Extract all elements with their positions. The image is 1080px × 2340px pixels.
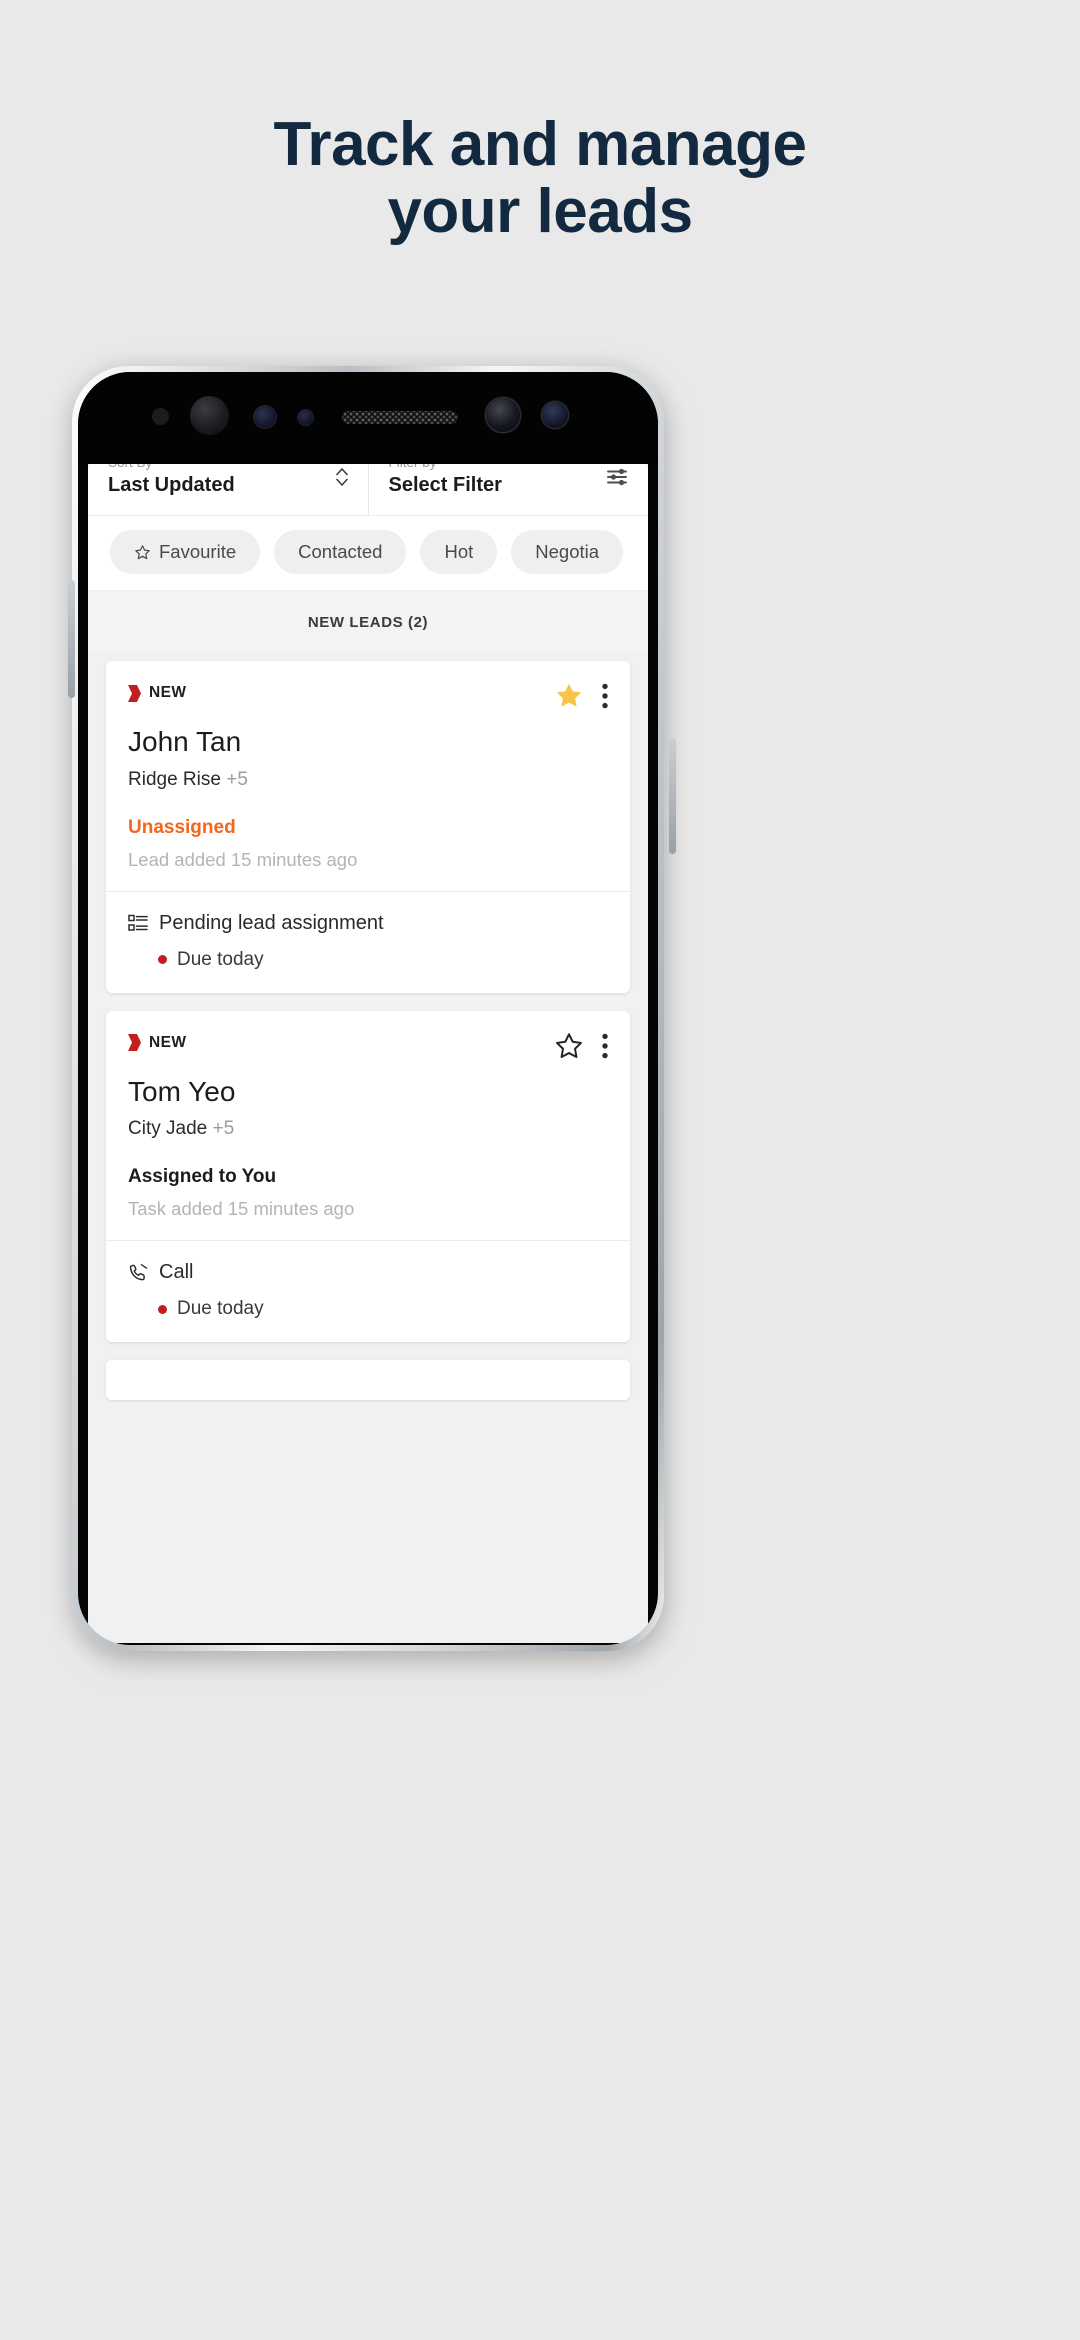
star-outline-icon xyxy=(135,544,150,559)
headline-line-2: your leads xyxy=(387,176,693,246)
promo-banner: Track and manage your leads Last Updated… xyxy=(0,0,1080,2340)
secondary-camera-icon xyxy=(542,402,568,428)
lead-due-label: Due today xyxy=(177,948,264,970)
star-outline-icon[interactable] xyxy=(554,1031,584,1061)
lead-project: City Jade +5 xyxy=(128,1118,608,1140)
star-filled-icon[interactable] xyxy=(554,681,584,711)
lead-list: NEW John Tan Ridge Rise +5 Unassigned Le… xyxy=(88,653,648,1643)
chip-negotiating[interactable]: Negotia xyxy=(511,530,624,574)
phone-body: Sort By Last Updated Filter by Select Fi… xyxy=(78,372,658,1645)
chevron-up-down-icon xyxy=(335,467,348,486)
section-header-new-leads: NEW LEADS (2) xyxy=(88,591,648,653)
power-button[interactable] xyxy=(669,738,676,854)
phone-mockup: Sort By Last Updated Filter by Select Fi… xyxy=(68,366,676,1666)
lead-task-section: Pending lead assignment Due today xyxy=(106,890,630,993)
lead-card[interactable]: NEW xyxy=(106,1010,630,1343)
lead-card-actions xyxy=(554,1031,608,1061)
lead-name: Tom Yeo xyxy=(128,1075,236,1107)
chip-hot-label: Hot xyxy=(444,541,474,562)
lead-assignment-status: Unassigned xyxy=(128,816,236,838)
kebab-menu-icon[interactable] xyxy=(602,1033,608,1059)
volume-button[interactable] xyxy=(68,580,75,698)
status-badge-label: NEW xyxy=(149,1033,187,1051)
lead-card-body: NEW xyxy=(106,661,630,891)
lead-card-actions xyxy=(554,681,608,711)
iris-sensor-icon xyxy=(254,406,276,428)
due-dot-icon xyxy=(158,955,167,965)
red-flag-icon xyxy=(128,684,141,702)
page-title: Track and manage your leads xyxy=(0,110,1080,246)
lead-project-name: Ridge Rise xyxy=(128,768,221,790)
lead-card-body: NEW xyxy=(106,1011,630,1241)
red-flag-icon xyxy=(128,1034,141,1052)
lead-due-row: Due today xyxy=(158,1298,608,1320)
lead-due-label: Due today xyxy=(177,1298,264,1320)
chip-contacted[interactable]: Contacted xyxy=(274,530,407,574)
earpiece-speaker-icon xyxy=(342,411,458,424)
phone-screen: Sort By Last Updated Filter by Select Fi… xyxy=(88,438,648,1643)
phone-icon xyxy=(129,1263,148,1281)
status-badge-label: NEW xyxy=(149,684,187,701)
chip-hot[interactable]: Hot xyxy=(420,530,498,574)
filter-chips: Favourite Contacted Hot Negotia xyxy=(110,530,648,574)
phone-bezel xyxy=(78,372,658,464)
sort-by-value: Last Updated xyxy=(108,473,235,496)
due-dot-icon xyxy=(158,1304,167,1314)
lead-project-name: City Jade xyxy=(128,1118,208,1140)
headline-line-1: Track and manage xyxy=(273,110,807,179)
lead-task-row: Call xyxy=(128,1261,608,1284)
lead-task-section: Call Due today xyxy=(106,1240,630,1342)
lead-card-header: NEW xyxy=(128,1031,608,1061)
proximity-sensor-icon xyxy=(298,410,313,425)
list-icon xyxy=(128,914,148,931)
front-camera-lens-icon xyxy=(190,396,229,435)
lead-card-header: NEW xyxy=(128,681,608,711)
lead-task-label: Pending lead assignment xyxy=(159,911,384,934)
lead-task-row: Pending lead assignment xyxy=(128,912,608,935)
lead-task-label: Call xyxy=(159,1261,194,1284)
chip-favourite-label: Favourite xyxy=(159,541,237,562)
lead-project-extra: +5 xyxy=(226,768,248,790)
sliders-icon[interactable] xyxy=(606,465,630,489)
lead-project-extra: +5 xyxy=(212,1118,235,1140)
lead-card-partial[interactable] xyxy=(106,1360,630,1401)
status-badge: NEW xyxy=(128,681,186,702)
status-badge: NEW xyxy=(128,1031,186,1052)
lead-added-time: Lead added 15 minutes ago xyxy=(128,848,358,870)
chip-favourite[interactable]: Favourite xyxy=(110,530,261,574)
lead-name: John Tan xyxy=(128,726,242,757)
chip-negotiating-label: Negotia xyxy=(535,541,600,562)
lead-project: Ridge Rise +5 xyxy=(128,769,608,791)
sensor-dot-icon xyxy=(152,408,169,425)
filter-by-value: Select Filter xyxy=(388,473,502,496)
lead-added-time: Task added 15 minutes ago xyxy=(128,1198,355,1220)
chip-contacted-label: Contacted xyxy=(298,541,383,562)
lead-card[interactable]: NEW xyxy=(106,661,630,993)
section-header-label: NEW LEADS (2) xyxy=(307,613,429,631)
kebab-menu-icon[interactable] xyxy=(602,683,608,709)
lead-assignment-status: Assigned to You xyxy=(128,1166,277,1188)
lead-due-row: Due today xyxy=(158,949,608,971)
filter-chips-bar: Favourite Contacted Hot Negotia xyxy=(88,516,648,591)
front-camera-icon xyxy=(486,398,520,432)
